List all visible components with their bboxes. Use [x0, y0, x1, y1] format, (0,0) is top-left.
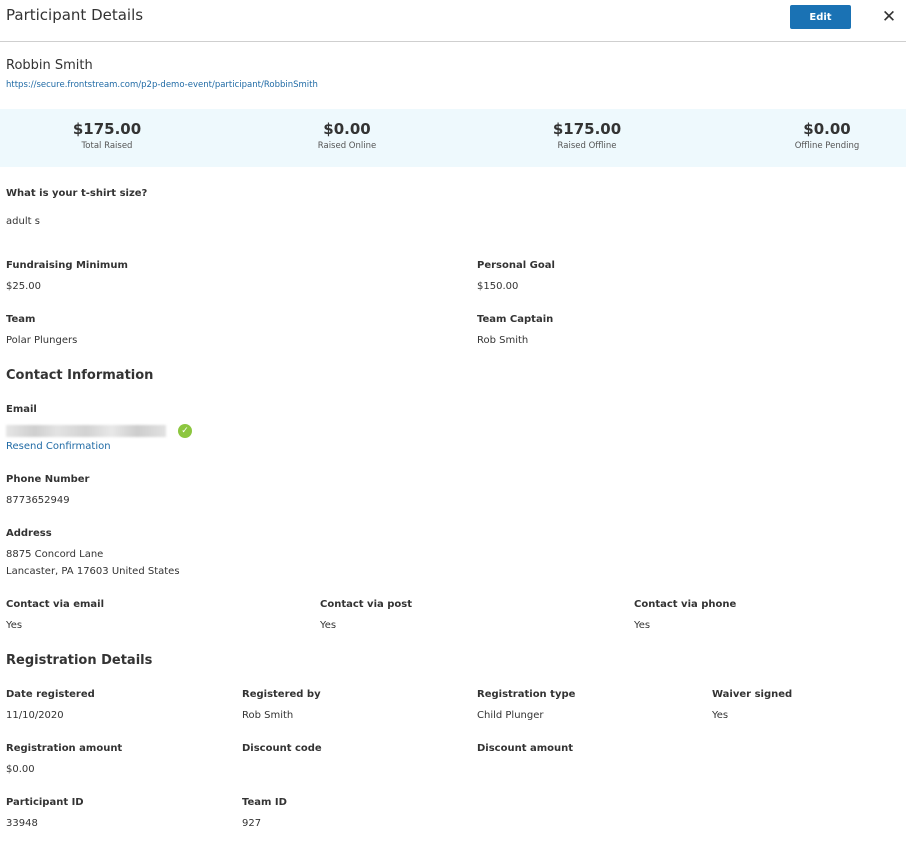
contact-information-heading: Contact Information — [6, 368, 154, 383]
tshirt-size-value: adult s — [6, 216, 40, 227]
registered-by-value: Rob Smith — [242, 710, 294, 721]
email-label: Email — [6, 404, 37, 415]
registration-amount-label: Registration amount — [6, 743, 123, 754]
phone-number-value: 8773652949 — [6, 495, 70, 506]
team-id-value: 927 — [242, 818, 262, 829]
team-id-label: Team ID — [242, 797, 287, 808]
discount-code-label: Discount code — [242, 743, 322, 754]
contact-via-email-value: Yes — [6, 620, 23, 631]
participant-name: Robbin Smith — [6, 58, 93, 73]
fundraising-minimum-value: $25.00 — [6, 281, 41, 292]
edit-button[interactable]: Edit — [790, 5, 851, 29]
stat-offline-pending: $0.00 Offline Pending — [747, 120, 906, 151]
participant-url-link[interactable]: https://secure.frontstream.com/p2p-demo-… — [6, 80, 318, 90]
team-label: Team — [6, 314, 36, 325]
email-value-redacted — [6, 425, 166, 437]
stat-value: $175.00 — [552, 120, 622, 138]
date-registered-value: 11/10/2020 — [6, 710, 64, 721]
phone-number-label: Phone Number — [6, 474, 90, 485]
personal-goal-value: $150.00 — [477, 281, 519, 292]
team-captain-label: Team Captain — [477, 314, 554, 325]
personal-goal-label: Personal Goal — [477, 260, 555, 271]
stat-value: $0.00 — [803, 120, 851, 138]
address-label: Address — [6, 528, 52, 539]
resend-confirmation-link[interactable]: Resend Confirmation — [6, 441, 111, 452]
stats-band: $175.00 Total Raised $0.00 Raised Online… — [0, 109, 906, 167]
team-captain-value: Rob Smith — [477, 335, 529, 346]
fundraising-minimum-label: Fundraising Minimum — [6, 260, 128, 271]
verified-check-icon: ✓ — [178, 424, 192, 438]
stat-label: Total Raised — [81, 141, 133, 151]
registered-by-label: Registered by — [242, 689, 321, 700]
stat-raised-online: $0.00 Raised Online — [267, 120, 427, 151]
tshirt-size-label: What is your t-shirt size? — [6, 188, 148, 199]
registration-details-heading: Registration Details — [6, 653, 153, 668]
contact-via-email-label: Contact via email — [6, 599, 105, 610]
contact-via-phone-value: Yes — [634, 620, 651, 631]
team-value: Polar Plungers — [6, 335, 78, 346]
contact-via-phone-label: Contact via phone — [634, 599, 737, 610]
waiver-signed-label: Waiver signed — [712, 689, 793, 700]
date-registered-label: Date registered — [6, 689, 95, 700]
stat-label: Offline Pending — [794, 141, 860, 151]
waiver-signed-value: Yes — [712, 710, 729, 721]
close-icon[interactable]: ✕ — [879, 6, 899, 28]
registration-amount-value: $0.00 — [6, 764, 35, 775]
address-line-1: 8875 Concord Lane — [6, 549, 104, 560]
stat-total-raised: $175.00 Total Raised — [27, 120, 187, 151]
contact-via-post-label: Contact via post — [320, 599, 412, 610]
stat-label: Raised Offline — [557, 141, 617, 151]
stat-value: $0.00 — [323, 120, 371, 138]
address-line-2: Lancaster, PA 17603 United States — [6, 566, 180, 577]
stat-raised-offline: $175.00 Raised Offline — [507, 120, 667, 151]
page-title: Participant Details — [6, 6, 144, 24]
registration-type-value: Child Plunger — [477, 710, 544, 721]
discount-amount-label: Discount amount — [477, 743, 574, 754]
modal-header: Participant Details Edit ✕ — [0, 0, 906, 42]
stat-label: Raised Online — [317, 141, 377, 151]
contact-via-post-value: Yes — [320, 620, 337, 631]
registration-type-label: Registration type — [477, 689, 576, 700]
participant-id-label: Participant ID — [6, 797, 84, 808]
stat-value: $175.00 — [72, 120, 142, 138]
participant-id-value: 33948 — [6, 818, 38, 829]
